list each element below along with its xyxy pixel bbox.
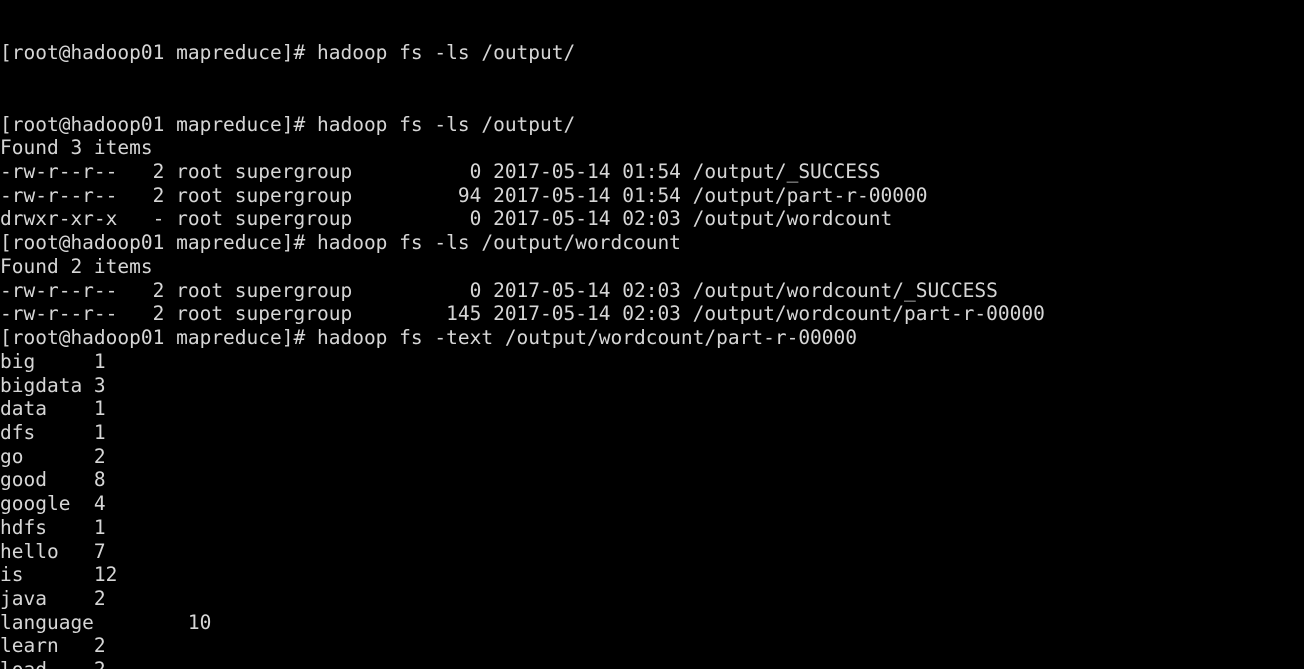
terminal-line: Found 2 items bbox=[0, 254, 153, 278]
terminal-line: hello 7 bbox=[0, 539, 106, 563]
terminal-line: bigdata 3 bbox=[0, 373, 106, 397]
terminal-output: [root@hadoop01 mapreduce]# hadoop fs -ls… bbox=[0, 113, 1304, 669]
terminal-line: [root@hadoop01 mapreduce]# hadoop fs -ls… bbox=[0, 231, 681, 255]
terminal-window[interactable]: [root@hadoop01 mapreduce]# hadoop fs -ls… bbox=[0, 0, 1304, 669]
terminal-line: Found 3 items bbox=[0, 136, 153, 160]
terminal-line: big 1 bbox=[0, 349, 106, 373]
terminal-line: hdfs 1 bbox=[0, 515, 106, 539]
terminal-line: java 2 bbox=[0, 586, 106, 610]
terminal-line: -rw-r--r-- 2 root supergroup 0 2017-05-1… bbox=[0, 278, 998, 302]
terminal-line: -rw-r--r-- 2 root supergroup 145 2017-05… bbox=[0, 302, 1045, 326]
terminal-line: data 1 bbox=[0, 397, 106, 421]
terminal-line: -rw-r--r-- 2 root supergroup 94 2017-05-… bbox=[0, 183, 928, 207]
terminal-line: [root@hadoop01 mapreduce]# hadoop fs -te… bbox=[0, 326, 858, 350]
terminal-line: -rw-r--r-- 2 root supergroup 0 2017-05-1… bbox=[0, 160, 881, 184]
terminal-line-clipped-top: [root@hadoop01 mapreduce]# hadoop fs -ls… bbox=[0, 41, 576, 65]
terminal-line: load 2 bbox=[0, 658, 1304, 669]
terminal-line: dfs 1 bbox=[0, 420, 106, 444]
terminal-line: [root@hadoop01 mapreduce]# hadoop fs -ls… bbox=[0, 112, 576, 136]
terminal-line: good 8 bbox=[0, 468, 106, 492]
terminal-line: learn 2 bbox=[0, 634, 106, 658]
terminal-line: language 10 bbox=[0, 610, 212, 634]
terminal-screen: [root@hadoop01 mapreduce]# hadoop fs -ls… bbox=[0, 0, 1304, 669]
terminal-line: google 4 bbox=[0, 492, 106, 516]
terminal-line: drwxr-xr-x - root supergroup 0 2017-05-1… bbox=[0, 207, 893, 231]
terminal-line: go 2 bbox=[0, 444, 106, 468]
terminal-line: is 12 bbox=[0, 563, 118, 587]
